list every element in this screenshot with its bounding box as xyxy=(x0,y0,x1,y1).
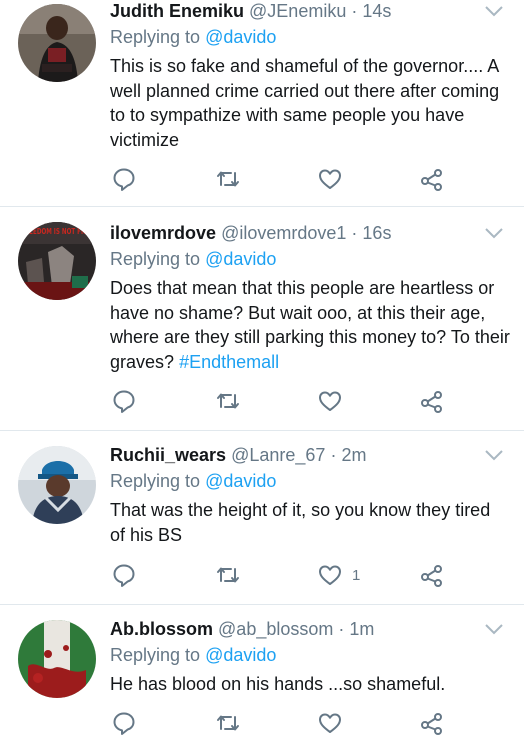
display-name[interactable]: Ruchii_wears xyxy=(110,445,226,465)
retweet-icon xyxy=(217,171,239,187)
hashtag-link[interactable]: #Endthemall xyxy=(179,352,279,372)
like-button[interactable] xyxy=(318,388,352,414)
share-button[interactable] xyxy=(420,388,444,414)
separator: · xyxy=(351,223,358,243)
like-button[interactable] xyxy=(318,710,352,736)
reply-button[interactable] xyxy=(112,166,136,192)
tweet[interactable]: FREEDOM IS NOT FREE ilovemrdove @ilovemr… xyxy=(0,222,524,430)
replying-prefix: Replying to xyxy=(110,471,201,491)
replying-prefix: Replying to xyxy=(110,249,201,269)
retweet-button[interactable] xyxy=(216,388,240,414)
tweet[interactable]: Judith Enemiku @JEnemiku · 14s Replying … xyxy=(0,0,524,206)
mention-link[interactable]: @davido xyxy=(205,471,276,491)
reply-button[interactable] xyxy=(112,388,136,414)
chevron-down-icon[interactable] xyxy=(484,4,504,18)
retweet-icon xyxy=(217,393,239,409)
avatar-image: FREEDOM IS NOT FREE xyxy=(18,222,96,300)
mention-link[interactable]: @davido xyxy=(205,27,276,47)
avatar[interactable] xyxy=(18,446,96,524)
share-icon xyxy=(421,713,442,735)
user-handle[interactable]: @ab_blossom xyxy=(218,619,333,639)
share-icon xyxy=(421,391,442,413)
reply-icon xyxy=(113,564,135,587)
tweet-header: Ruchii_wears @Lanre_67 · 2m xyxy=(110,444,366,466)
share-button[interactable] xyxy=(420,710,444,736)
user-handle[interactable]: @ilovemrdove1 xyxy=(221,223,346,243)
user-handle[interactable]: @JEnemiku xyxy=(249,1,346,21)
like-button[interactable] xyxy=(318,166,352,192)
share-button[interactable] xyxy=(420,166,444,192)
timestamp[interactable]: 2m xyxy=(341,445,366,465)
tweet[interactable]: Ruchii_wears @Lanre_67 · 2m Replying to … xyxy=(0,444,524,604)
display-name[interactable]: Judith Enemiku xyxy=(110,1,244,21)
mention-link[interactable]: @davido xyxy=(205,249,276,269)
reply-icon xyxy=(113,168,135,191)
like-icon xyxy=(319,391,341,411)
display-name[interactable]: ilovemrdove xyxy=(110,223,216,243)
reply-icon xyxy=(113,712,135,735)
chevron-down-icon[interactable] xyxy=(484,226,504,240)
mention-link[interactable]: @davido xyxy=(205,645,276,665)
display-name[interactable]: Ab.blossom xyxy=(110,619,213,639)
tweet-text: This is so fake and shameful of the gove… xyxy=(110,56,500,150)
divider xyxy=(0,430,524,431)
avatar-poster-title: FREEDOM IS NOT FREE xyxy=(21,227,93,236)
tweet-text: That was the height of it, so you know t… xyxy=(110,500,491,545)
like-button[interactable]: 1 xyxy=(318,562,360,588)
separator: · xyxy=(338,619,345,639)
replying-to: Replying to @davido xyxy=(110,248,276,270)
avatar-image xyxy=(18,446,96,524)
tweet-header: Ab.blossom @ab_blossom · 1m xyxy=(110,618,374,640)
divider xyxy=(0,206,524,207)
chevron-down-icon[interactable] xyxy=(484,448,504,462)
tweet-text-content: Does that mean that this people are hear… xyxy=(110,278,510,372)
chevron-down-icon[interactable] xyxy=(484,622,504,636)
replying-prefix: Replying to xyxy=(110,645,201,665)
avatar[interactable] xyxy=(18,620,96,698)
avatar-image xyxy=(18,620,96,698)
reply-button[interactable] xyxy=(112,562,136,588)
separator: · xyxy=(351,1,358,21)
like-icon xyxy=(319,169,341,189)
divider xyxy=(0,604,524,605)
like-count: 1 xyxy=(352,566,361,584)
retweet-icon xyxy=(217,567,239,583)
share-icon xyxy=(421,169,442,191)
tweet-header: ilovemrdove @ilovemrdove1 · 16s xyxy=(110,222,391,244)
like-icon xyxy=(319,713,341,733)
user-handle[interactable]: @Lanre_67 xyxy=(231,445,325,465)
avatar-image xyxy=(18,4,96,82)
retweet-icon xyxy=(217,715,239,731)
timestamp[interactable]: 14s xyxy=(362,1,391,21)
tweet-header: Judith Enemiku @JEnemiku · 14s xyxy=(110,0,391,22)
retweet-button[interactable] xyxy=(216,562,240,588)
separator: · xyxy=(330,445,337,465)
timestamp[interactable]: 16s xyxy=(362,223,391,243)
reply-icon xyxy=(113,390,135,413)
tweet-text: He has blood on his hands ...so shameful… xyxy=(110,674,446,694)
avatar[interactable] xyxy=(18,4,96,82)
retweet-button[interactable] xyxy=(216,166,240,192)
tweet[interactable]: Ab.blossom @ab_blossom · 1m Replying to … xyxy=(0,618,524,735)
like-icon xyxy=(319,565,341,585)
replying-to: Replying to @davido xyxy=(110,470,276,492)
replying-to: Replying to @davido xyxy=(110,644,276,666)
share-button[interactable] xyxy=(420,562,444,588)
tweet-text: Does that mean that this people are hear… xyxy=(110,276,510,374)
retweet-button[interactable] xyxy=(216,710,240,736)
avatar[interactable]: FREEDOM IS NOT FREE xyxy=(18,222,96,300)
replying-to: Replying to @davido xyxy=(110,26,276,48)
share-icon xyxy=(421,565,442,587)
timestamp[interactable]: 1m xyxy=(349,619,374,639)
reply-button[interactable] xyxy=(112,710,136,736)
replying-prefix: Replying to xyxy=(110,27,201,47)
